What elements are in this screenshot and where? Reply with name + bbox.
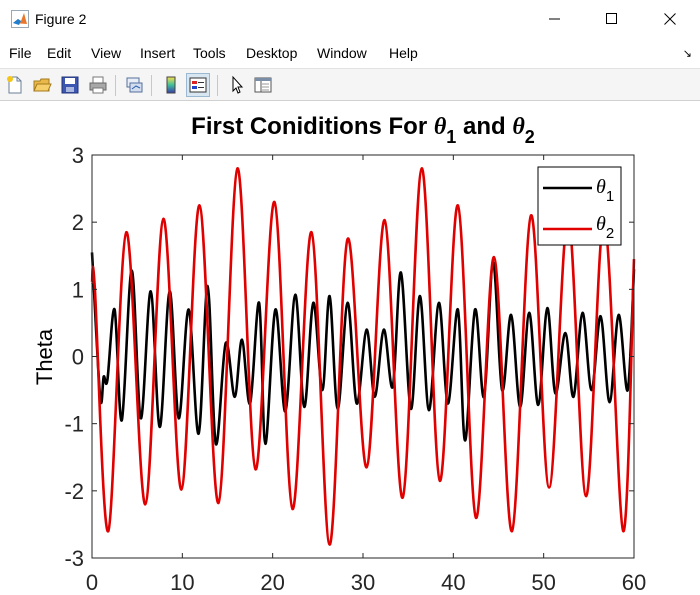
minimize-icon	[549, 18, 560, 20]
edit-plot-pointer-icon	[232, 75, 244, 94]
x-tick-label: 10	[170, 570, 194, 590]
new-figure-button[interactable]	[3, 73, 27, 97]
legend-symbol-theta2: θ	[596, 213, 606, 235]
print-button[interactable]	[86, 73, 110, 97]
menu-bar: File Edit View Insert Tools Desktop Wind…	[0, 38, 700, 68]
legend-symbol-theta1: θ	[596, 176, 606, 198]
menu-help[interactable]: Help	[389, 45, 418, 61]
chart-title-sub2: 2	[525, 127, 535, 147]
chart-title-prefix: First Coniditions For	[191, 113, 434, 140]
menu-window[interactable]: Window	[317, 45, 367, 61]
minimize-button[interactable]	[527, 0, 583, 38]
chart-title-theta1: θ	[434, 114, 447, 140]
property-inspector-button[interactable]	[251, 73, 275, 97]
link-plot-icon	[126, 77, 143, 93]
insert-colorbar-icon	[166, 76, 176, 94]
save-icon	[61, 76, 79, 94]
open-file-button[interactable]	[30, 73, 54, 97]
toolbar-separator	[217, 75, 218, 96]
plot-svg: First Coniditions For θ1 and θ2 Theta 32…	[32, 113, 646, 595]
maximize-icon	[606, 13, 617, 24]
edit-plot-button[interactable]	[225, 73, 249, 97]
title-bar: Figure 2	[0, 0, 700, 38]
chart-title-mid: and	[456, 113, 512, 140]
menu-tools[interactable]: Tools	[193, 45, 226, 61]
insert-legend-button[interactable]	[186, 73, 210, 97]
legend[interactable]: θ1 θ2	[537, 166, 622, 246]
save-button[interactable]	[58, 73, 82, 97]
close-button[interactable]	[642, 0, 698, 38]
menu-view[interactable]: View	[91, 45, 121, 61]
window-title: Figure 2	[35, 11, 87, 27]
figure-canvas: First Coniditions For θ1 and θ2 Theta 32…	[0, 101, 700, 595]
close-icon	[664, 13, 676, 25]
print-icon	[89, 76, 107, 94]
legend-sub-theta2: 2	[606, 225, 614, 242]
y-tick-label: 0	[72, 345, 84, 370]
chart-title-sub1: 1	[446, 127, 456, 147]
chart-title: First Coniditions For θ1 and θ2	[191, 113, 535, 147]
property-inspector-icon	[254, 77, 272, 93]
y-tick-label: -3	[64, 546, 84, 571]
maximize-button[interactable]	[584, 0, 640, 38]
chart-title-theta2: θ	[512, 114, 525, 140]
chevron-arrow-icon[interactable]: ↘	[683, 47, 692, 60]
matlab-logo-icon	[11, 10, 29, 28]
menu-desktop[interactable]: Desktop	[246, 45, 297, 61]
menu-insert[interactable]: Insert	[140, 45, 175, 61]
menu-edit[interactable]: Edit	[47, 45, 71, 61]
x-tick-label: 40	[441, 570, 465, 590]
x-tick-label: 20	[260, 570, 284, 590]
y-tick-label: 3	[72, 143, 84, 168]
x-tick-label: 60	[622, 570, 646, 590]
insert-colorbar-button[interactable]	[159, 73, 183, 97]
y-tick-label: 1	[72, 277, 84, 302]
x-tick-label: 30	[351, 570, 375, 590]
toolbar-separator	[115, 75, 116, 96]
y-tick-label: -2	[64, 479, 84, 504]
link-plot-button[interactable]	[122, 73, 146, 97]
new-figure-icon	[7, 76, 22, 94]
menu-file[interactable]: File	[9, 45, 32, 61]
toolbar-separator	[151, 75, 152, 96]
y-tick-label: -1	[64, 412, 84, 437]
insert-legend-icon	[189, 77, 207, 93]
y-axis-label: Theta	[32, 328, 57, 385]
x-tick-label: 50	[531, 570, 555, 590]
x-tick-label: 0	[86, 570, 98, 590]
y-tick-label: 2	[72, 210, 84, 235]
open-file-icon	[33, 78, 52, 92]
figure-toolbar	[0, 68, 700, 101]
legend-sub-theta1: 1	[606, 188, 614, 205]
